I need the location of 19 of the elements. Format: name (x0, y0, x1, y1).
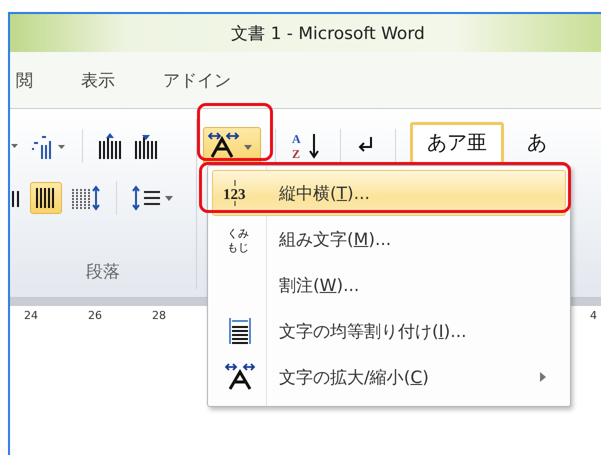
ruler-number: 26 (88, 309, 102, 322)
distributed-align-button[interactable] (30, 182, 62, 214)
menu-item[interactable]: 文字の拡大/縮小(C) (212, 354, 566, 400)
ribbon-tab[interactable]: 閲 (12, 66, 37, 94)
menu-item[interactable]: くみ もじ 組み文字(M)... (212, 216, 566, 262)
submenu-arrow-icon (539, 371, 547, 383)
text-scale-icon (225, 362, 255, 392)
group-label: 段落 (85, 261, 121, 283)
window-title: 文書 1 - Microsoft Word (231, 22, 425, 44)
text-spacing-icon[interactable] (70, 183, 102, 213)
ruler-number: 24 (24, 309, 38, 322)
ruler-number: 4 (590, 309, 597, 322)
menu-item[interactable]: 割注(W)... (212, 262, 566, 308)
ribbon-tab[interactable]: 表示 (77, 66, 119, 94)
menu-item[interactable]: 123 縦中横(T)... (212, 170, 566, 216)
ribbon-tab[interactable]: アドイン (159, 66, 235, 94)
menu-item[interactable]: 文字の均等割り付け(I)... (212, 308, 566, 354)
combined-characters-icon: くみ もじ (225, 224, 255, 254)
ruler-number: 28 (152, 309, 166, 322)
